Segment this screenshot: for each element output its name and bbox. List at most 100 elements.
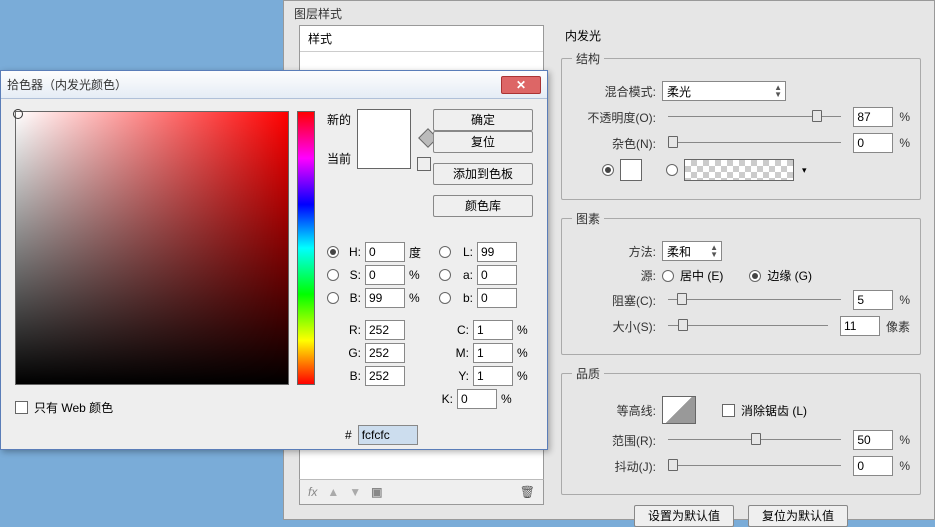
trash-icon[interactable]: 🗑 <box>520 485 535 499</box>
down-arrow-icon[interactable]: ▼ <box>349 485 361 499</box>
glow-gradient-radio[interactable] <box>666 164 678 176</box>
blend-mode-select[interactable]: 柔光▲▼ <box>662 81 786 101</box>
new-color-label: 新的 <box>327 111 351 128</box>
color-picker-dialog: 拾色器（内发光颜色） ✕ 只有 Web 颜色 新的 当前 <box>0 70 548 450</box>
range-label: 范围(R): <box>572 432 656 449</box>
r-input[interactable] <box>365 320 405 340</box>
source-edge-label: 边缘 (G) <box>767 267 812 284</box>
inner-glow-title: 内发光 <box>561 25 921 50</box>
l-label: L: <box>457 245 473 259</box>
k-input[interactable] <box>457 389 497 409</box>
hue-slider[interactable] <box>297 111 315 385</box>
hex-prefix: # <box>345 428 352 442</box>
jitter-slider[interactable] <box>668 458 841 474</box>
opacity-input[interactable] <box>853 107 893 127</box>
contour-picker[interactable] <box>662 396 696 424</box>
opacity-slider[interactable] <box>668 109 841 125</box>
h-radio[interactable] <box>327 246 339 258</box>
layer-style-title: 图层样式 <box>284 1 934 26</box>
a-input[interactable] <box>477 265 517 285</box>
choke-slider[interactable] <box>668 292 841 308</box>
color-field[interactable] <box>15 111 289 385</box>
choke-label: 阻塞(C): <box>572 292 656 309</box>
fx-icon[interactable]: fx <box>308 485 317 499</box>
y-input[interactable] <box>473 366 513 386</box>
g-label: G: <box>345 346 361 360</box>
contour-label: 等高线: <box>572 402 656 419</box>
set-default-button[interactable]: 设置为默认值 <box>634 505 734 527</box>
jitter-unit: % <box>899 459 910 473</box>
structure-legend: 结构 <box>572 50 604 67</box>
cancel-button[interactable]: 复位 <box>433 131 533 153</box>
opacity-label: 不透明度(O): <box>572 109 656 126</box>
range-slider[interactable] <box>668 432 841 448</box>
glow-color-radio[interactable] <box>602 164 614 176</box>
ok-button[interactable]: 确定 <box>433 109 533 131</box>
c-input[interactable] <box>473 320 513 340</box>
bb-input[interactable] <box>365 366 405 386</box>
g-input[interactable] <box>365 343 405 363</box>
size-slider[interactable] <box>668 318 828 334</box>
source-edge-radio[interactable] <box>749 270 761 282</box>
picker-ring-icon <box>13 109 23 119</box>
s-input[interactable] <box>365 265 405 285</box>
noise-input[interactable] <box>853 133 893 153</box>
c-label: C: <box>453 323 469 337</box>
new-current-swatch[interactable] <box>357 109 411 169</box>
b-input[interactable] <box>365 288 405 308</box>
hex-input[interactable] <box>358 425 418 445</box>
web-only-label: 只有 Web 颜色 <box>34 399 113 416</box>
s-radio[interactable] <box>327 269 339 281</box>
color-picker-title: 拾色器（内发光颜色） <box>7 76 127 93</box>
jitter-input[interactable] <box>853 456 893 476</box>
color-picker-titlebar[interactable]: 拾色器（内发光颜色） ✕ <box>1 71 547 99</box>
blend-mode-label: 混合模式: <box>572 83 656 100</box>
b-radio[interactable] <box>327 292 339 304</box>
noise-unit: % <box>899 136 910 150</box>
h-input[interactable] <box>365 242 405 262</box>
dropdown-icon[interactable]: ▾ <box>802 165 807 176</box>
close-button[interactable]: ✕ <box>501 76 541 94</box>
range-input[interactable] <box>853 430 893 450</box>
elements-group: 图素 方法: 柔和▲▼ 源: 居中 (E) 边缘 (G) 阻塞(C): <box>561 210 921 355</box>
glow-color-swatch[interactable] <box>620 159 642 181</box>
glow-gradient-picker[interactable] <box>684 159 794 181</box>
r-label: R: <box>345 323 361 337</box>
source-label: 源: <box>572 267 656 284</box>
source-center-label: 居中 (E) <box>680 267 723 284</box>
structure-group: 结构 混合模式: 柔光▲▼ 不透明度(O): % 杂色(N): % <box>561 50 921 200</box>
add-icon[interactable]: ▣ <box>371 485 382 499</box>
y-label: Y: <box>453 369 469 383</box>
choke-input[interactable] <box>853 290 893 310</box>
current-color-label: 当前 <box>327 150 351 167</box>
web-only-checkbox[interactable] <box>15 401 28 414</box>
technique-label: 方法: <box>572 243 656 260</box>
antialias-checkbox[interactable] <box>722 404 735 417</box>
opacity-unit: % <box>899 110 910 124</box>
l-input[interactable] <box>477 242 517 262</box>
l-radio[interactable] <box>439 246 451 258</box>
technique-select[interactable]: 柔和▲▼ <box>662 241 722 261</box>
quality-legend: 品质 <box>572 365 604 382</box>
size-unit: 像素 <box>886 318 910 335</box>
noise-slider[interactable] <box>668 135 841 151</box>
reset-default-button[interactable]: 复位为默认值 <box>748 505 848 527</box>
web-safe-swatch[interactable] <box>417 157 431 171</box>
a-label: a: <box>457 268 473 282</box>
m-label: M: <box>453 346 469 360</box>
inner-glow-panel: 内发光 结构 混合模式: 柔光▲▼ 不透明度(O): % 杂色(N): <box>561 25 921 527</box>
h-label: H: <box>345 245 361 259</box>
add-swatch-button[interactable]: 添加到色板 <box>433 163 533 185</box>
up-arrow-icon[interactable]: ▲ <box>327 485 339 499</box>
jitter-label: 抖动(J): <box>572 458 656 475</box>
source-center-radio[interactable] <box>662 270 674 282</box>
color-libraries-button[interactable]: 颜色库 <box>433 195 533 217</box>
b2-input[interactable] <box>477 288 517 308</box>
s-label: S: <box>345 268 361 282</box>
size-label: 大小(S): <box>572 318 656 335</box>
size-input[interactable] <box>840 316 880 336</box>
b2-radio[interactable] <box>439 292 451 304</box>
elements-legend: 图素 <box>572 210 604 227</box>
a-radio[interactable] <box>439 269 451 281</box>
m-input[interactable] <box>473 343 513 363</box>
